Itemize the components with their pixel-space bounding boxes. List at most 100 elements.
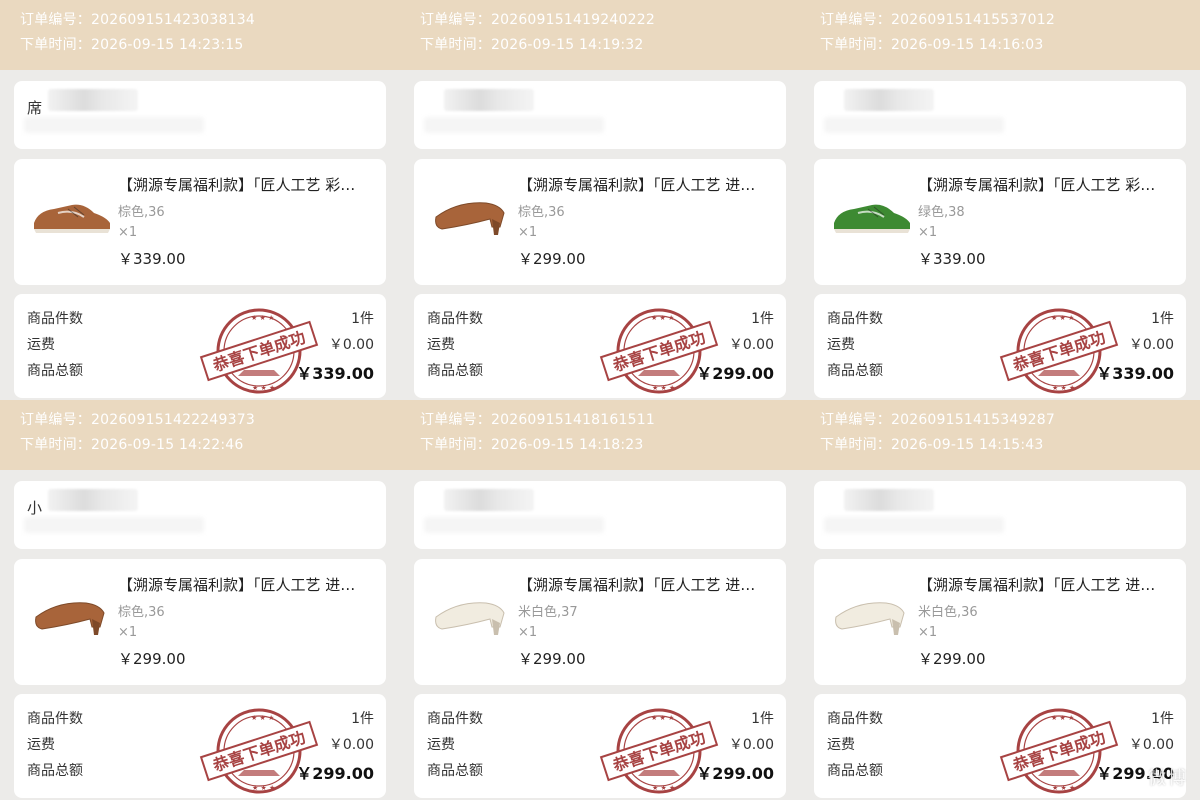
svg-text:★ ★ ★: ★ ★ ★	[1052, 784, 1075, 792]
address-redacted-block	[48, 89, 138, 111]
product-price: ￥299.00	[518, 650, 586, 668]
order-number: 20260915141534928​7	[891, 412, 1055, 428]
address-card[interactable]: 席	[14, 81, 386, 149]
order-card-3[interactable]: 订单编号：20260915141553701​2 下单时间：2026-09-15…	[800, 0, 1200, 400]
order-time-row: 下单时间：2026-09-15 14:16:03	[820, 33, 1055, 58]
order-summary-card: ★ ★ ★ ★ ★ ★ 恭喜下单成功 商品件数 1件 运费 ￥0.00 商品总额…	[14, 694, 386, 798]
summary-count-row: 商品件数 1件	[427, 308, 774, 330]
order-time-label: 下单时间：	[820, 437, 891, 453]
product-title[interactable]: 【溯源专属福利款】「匠人工艺 彩…	[918, 174, 1176, 195]
summary-shipping-label: 运费	[827, 337, 855, 353]
product-quantity: ×1	[518, 625, 538, 640]
summary-count-row: 商品件数 1件	[827, 708, 1174, 730]
order-number-row: 订单编号：20260915141534928​7	[820, 408, 1055, 433]
product-card[interactable]: 【溯源专属福利款】「匠人工艺 进… 米白色,37 ×1 ￥299.00	[414, 559, 786, 685]
order-meta: 订单编号：20260915142224937​3 下单时间：2026-09-15…	[20, 408, 255, 458]
summary-shipping-label: 运费	[827, 737, 855, 753]
summary-total-label: 商品总额	[827, 763, 883, 779]
order-number-row: 订单编号：20260915141816151​1	[420, 408, 655, 433]
summary-total-row: 商品总额 ￥299.00	[427, 360, 774, 383]
address-card[interactable]: 小	[14, 481, 386, 549]
product-title[interactable]: 【溯源专属福利款】「匠人工艺 进…	[518, 574, 776, 595]
summary-shipping-row: 运费 ￥0.00	[27, 334, 374, 356]
product-spec: 棕色,36	[118, 605, 165, 620]
address-card[interactable]	[414, 481, 786, 549]
product-title[interactable]: 【溯源专属福利款】「匠人工艺 进…	[118, 574, 376, 595]
product-price: ￥339.00	[118, 250, 186, 268]
order-time-label: 下单时间：	[20, 437, 91, 453]
order-time-row: 下单时间：2026-09-15 14:19:32	[420, 33, 655, 58]
product-price: ￥299.00	[918, 650, 986, 668]
product-quantity: ×1	[918, 625, 938, 640]
product-title[interactable]: 【溯源专属福利款】「匠人工艺 进…	[918, 574, 1176, 595]
pump-cream-icon	[835, 602, 905, 635]
address-redacted-block-2	[824, 117, 1004, 133]
address-name: 席	[27, 99, 43, 117]
product-quantity: ×1	[918, 225, 938, 240]
product-spec: 绿色,38	[918, 205, 965, 220]
summary-count-label: 商品件数	[27, 311, 83, 327]
product-card[interactable]: 【溯源专属福利款】「匠人工艺 彩… 绿色,38 ×1 ￥339.00	[814, 159, 1186, 285]
product-card[interactable]: 【溯源专属福利款】「匠人工艺 进… 棕色,36 ×1 ￥299.00	[14, 559, 386, 685]
summary-count-value: 1件	[751, 711, 774, 727]
summary-count-value: 1件	[351, 311, 374, 327]
address-redacted-block	[844, 89, 934, 111]
order-number: 20260915141816151​1	[491, 412, 655, 428]
order-card-2[interactable]: 订单编号：20260915141924022​2 下单时间：2026-09-15…	[400, 0, 800, 400]
summary-shipping-value: ￥0.00	[728, 737, 774, 753]
order-card-6[interactable]: 订单编号：20260915141534928​7 下单时间：2026-09-15…	[800, 400, 1200, 800]
order-number-row: 订单编号：20260915142303813​4	[20, 8, 255, 33]
order-meta: 订单编号：20260915142303813​4 下单时间：2026-09-15…	[20, 8, 255, 58]
order-meta: 订单编号：20260915141816151​1 下单时间：2026-09-15…	[420, 408, 655, 458]
summary-shipping-label: 运费	[427, 737, 455, 753]
summary-shipping-value: ￥0.00	[1128, 337, 1174, 353]
order-number-row: 订单编号：20260915141924022​2	[420, 8, 655, 33]
summary-count-value: 1件	[1151, 311, 1174, 327]
order-summary-card: ★ ★ ★ ★ ★ ★ 恭喜下单成功 商品件数 1件 运费 ￥0.00 商品总额…	[14, 294, 386, 398]
summary-shipping-row: 运费 ￥0.00	[427, 334, 774, 356]
product-quantity: ×1	[118, 225, 138, 240]
product-title[interactable]: 【溯源专属福利款】「匠人工艺 进…	[518, 174, 776, 195]
order-time-label: 下单时间：	[20, 37, 91, 53]
order-card-5[interactable]: 订单编号：20260915141816151​1 下单时间：2026-09-15…	[400, 400, 800, 800]
address-card[interactable]	[414, 81, 786, 149]
product-card[interactable]: 【溯源专属福利款】「匠人工艺 进… 棕色,36 ×1 ￥299.00	[414, 159, 786, 285]
address-redacted-block-2	[24, 117, 204, 133]
order-number-label: 订单编号：	[420, 412, 491, 428]
address-card[interactable]	[814, 81, 1186, 149]
address-redacted-block-2	[424, 517, 604, 533]
order-summary-card: ★ ★ ★ ★ ★ ★ 恭喜下单成功 商品件数 1件 运费 ￥0.00 商品总额…	[814, 294, 1186, 398]
summary-total-value: ￥339.00	[1096, 364, 1174, 383]
product-card[interactable]: 【溯源专属福利款】「匠人工艺 彩… 棕色,36 ×1 ￥339.00	[14, 159, 386, 285]
svg-text:★ ★ ★: ★ ★ ★	[252, 384, 275, 392]
address-redacted-block	[444, 489, 534, 511]
order-card-4[interactable]: 订单编号：20260915142224937​3 下单时间：2026-09-15…	[0, 400, 400, 800]
summary-count-value: 1件	[351, 711, 374, 727]
summary-count-label: 商品件数	[27, 711, 83, 727]
summary-count-label: 商品件数	[827, 311, 883, 327]
order-card-1[interactable]: 订单编号：20260915142303813​4 下单时间：2026-09-15…	[0, 0, 400, 400]
sneaker-brown-icon	[34, 204, 110, 233]
summary-total-label: 商品总额	[27, 763, 83, 779]
product-card[interactable]: 【溯源专属福利款】「匠人工艺 进… 米白色,36 ×1 ￥299.00	[814, 559, 1186, 685]
order-number-label: 订单编号：	[820, 412, 891, 428]
order-summary-card: ★ ★ ★ ★ ★ ★ 恭喜下单成功 商品件数 1件 运费 ￥0.00 商品总额…	[414, 294, 786, 398]
summary-count-row: 商品件数 1件	[827, 308, 1174, 330]
address-card[interactable]	[814, 481, 1186, 549]
summary-count-row: 商品件数 1件	[27, 308, 374, 330]
svg-text:★ ★ ★: ★ ★ ★	[1052, 384, 1075, 392]
product-price: ￥339.00	[918, 250, 986, 268]
summary-total-row: 商品总额 ￥299.00	[27, 760, 374, 783]
summary-count-label: 商品件数	[827, 711, 883, 727]
order-time-label: 下单时间：	[420, 437, 491, 453]
summary-total-label: 商品总额	[827, 363, 883, 379]
order-time: 2026-09-15 14:16:03	[891, 37, 1044, 53]
order-time-row: 下单时间：2026-09-15 14:22:46	[20, 433, 255, 458]
summary-shipping-label: 运费	[27, 337, 55, 353]
summary-total-value: ￥339.00	[296, 364, 374, 383]
order-number-label: 订单编号：	[820, 12, 891, 28]
summary-shipping-row: 运费 ￥0.00	[827, 734, 1174, 756]
product-price: ￥299.00	[518, 250, 586, 268]
product-title[interactable]: 【溯源专属福利款】「匠人工艺 彩…	[118, 174, 376, 195]
order-summary-card: ★ ★ ★ ★ ★ ★ 恭喜下单成功 商品件数 1件 运费 ￥0.00 商品总额…	[814, 694, 1186, 798]
